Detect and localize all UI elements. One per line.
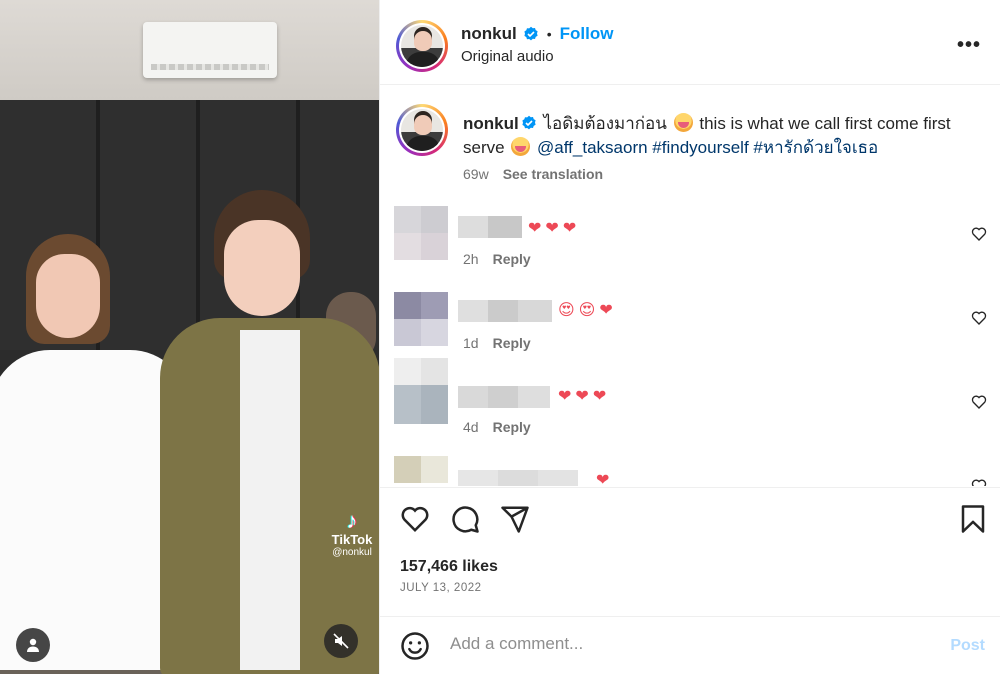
tiktok-watermark: ♪ TikTok @nonkul [322, 508, 379, 559]
comment-meta: 1d Reply [463, 335, 531, 351]
comment-like-icon[interactable] [971, 478, 987, 486]
comment-age: 4d [463, 419, 479, 435]
tiktok-handle: @nonkul [332, 547, 372, 558]
caption-username[interactable]: nonkul [463, 114, 519, 133]
caption-meta: 69w See translation [463, 166, 603, 182]
comment-age: 2h [463, 251, 479, 267]
verified-badge-icon [524, 26, 538, 41]
caption-age: 69w [463, 166, 489, 182]
user-tag-button[interactable] [16, 628, 50, 662]
person-right-shirt [240, 330, 300, 670]
post-button[interactable]: Post [950, 637, 985, 655]
header-divider [380, 84, 1000, 85]
comment-item: ❤❤❤ 2h Reply [380, 206, 1000, 290]
separator-dot: • [546, 26, 552, 42]
comment-avatar[interactable] [394, 456, 448, 486]
comment-like-icon[interactable] [971, 394, 987, 410]
air-conditioner [143, 22, 277, 78]
author-avatar[interactable] [396, 20, 448, 72]
comment-item: ❤ [380, 456, 1000, 486]
bookmark-icon[interactable] [958, 504, 988, 534]
comment-username-blurred[interactable] [458, 300, 552, 322]
comment-icon[interactable] [450, 504, 480, 534]
verified-badge-icon [522, 115, 536, 130]
comment-text: ❤ [596, 472, 614, 486]
caption-thai: ไอดิมต้องมาก่อน [543, 114, 667, 133]
reply-button[interactable]: Reply [493, 335, 531, 351]
post-detail-panel: nonkul • Follow Original audio ••• nonku… [379, 0, 1000, 674]
reply-button[interactable]: Reply [493, 251, 531, 267]
person-right [160, 190, 379, 674]
comment-avatar[interactable] [394, 358, 448, 424]
comment-username-blurred[interactable] [458, 470, 578, 486]
caption-mention[interactable]: @aff_taksaorn [537, 138, 648, 157]
post-media[interactable]: ♪ TikTok @nonkul [0, 0, 379, 674]
comment-meta: 2h Reply [463, 251, 531, 267]
heart-icon[interactable] [400, 504, 430, 534]
author-info: nonkul • Follow Original audio [461, 24, 613, 65]
caption-hashtag[interactable]: #หารักด้วยใจเธอ [753, 138, 878, 157]
user-tag-icon [27, 638, 39, 652]
mute-button[interactable] [324, 624, 358, 658]
blushing-emoji-icon [673, 113, 693, 132]
comment-input[interactable] [450, 634, 910, 654]
post-header: nonkul • Follow Original audio ••• [380, 0, 1000, 84]
comment-item: ❤❤❤ 4d Reply [380, 358, 1000, 442]
comment-text: ❤❤❤ [528, 220, 581, 237]
comment-age: 1d [463, 335, 479, 351]
caption-text: nonkul ไอดิมต้องมาก่อน this is what we c… [463, 112, 963, 160]
more-options-icon[interactable]: ••• [957, 34, 981, 57]
caption-avatar[interactable] [396, 104, 448, 156]
audio-link[interactable]: Original audio [461, 48, 613, 65]
emoji-icon[interactable] [400, 631, 430, 661]
blushing-emoji-icon [511, 137, 531, 156]
comment-text: ❤❤❤ [558, 388, 611, 405]
mute-icon [333, 633, 349, 649]
tiktok-icon: ♪ [346, 508, 358, 533]
comment-text: 😍😍❤ [558, 302, 617, 319]
see-translation-link[interactable]: See translation [503, 166, 603, 182]
tiktok-brand: TikTok [331, 532, 373, 547]
person-right-face [224, 220, 300, 316]
comment-avatar[interactable] [394, 292, 448, 346]
comment-like-icon[interactable] [971, 310, 987, 326]
share-icon[interactable] [500, 504, 530, 534]
comment-username-blurred[interactable] [458, 216, 522, 238]
person-left-face [36, 254, 100, 338]
comment-username-blurred[interactable] [458, 386, 550, 408]
add-comment-bar: Post [380, 616, 1000, 674]
post-actions [380, 488, 1000, 552]
author-username[interactable]: nonkul [461, 24, 517, 44]
comment-avatar[interactable] [394, 206, 448, 260]
likes-count[interactable]: 157,466 likes [400, 558, 498, 576]
follow-button[interactable]: Follow [560, 24, 614, 44]
comment-meta: 4d Reply [463, 419, 531, 435]
caption-hashtag[interactable]: #findyourself [652, 138, 748, 157]
comment-like-icon[interactable] [971, 226, 987, 242]
reply-button[interactable]: Reply [493, 419, 531, 435]
post-date: JULY 13, 2022 [400, 582, 482, 594]
